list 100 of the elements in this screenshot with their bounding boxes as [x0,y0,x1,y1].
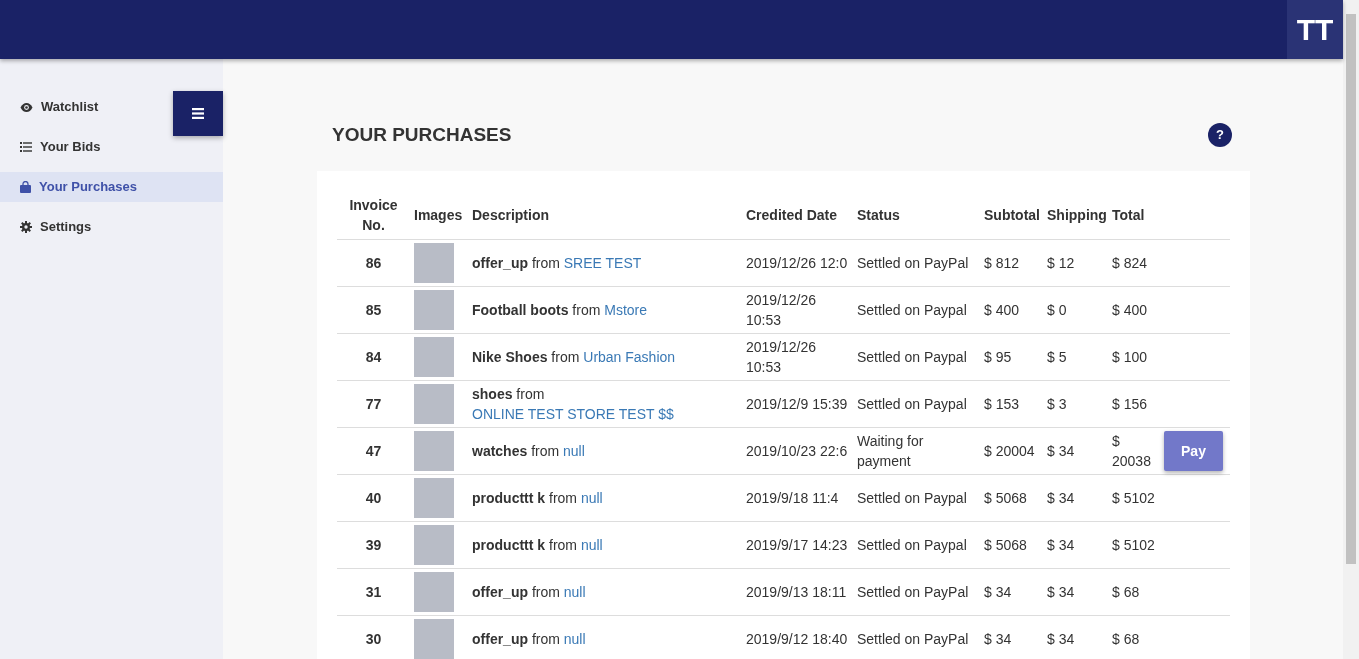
total-cell: $ 5102 [1108,521,1160,569]
settings-icon [20,221,32,233]
date-cell: 2019/12/26 12:0 [742,239,853,287]
total-cell: $ 156 [1108,380,1160,428]
status-cell: Settled on Paypal [853,521,980,569]
column-header: Invoice No. [337,191,410,240]
photo-placeholder [414,243,454,283]
total-cell: $ 5102 [1108,474,1160,522]
photo-placeholder [414,572,454,612]
invoice-number: 85 [337,286,410,334]
total-cell: $ 20038 [1108,427,1160,475]
photo-placeholder [414,619,454,659]
list-icon [20,142,32,152]
subtotal-cell: $ 400 [980,286,1043,334]
column-header: Subtotal [980,191,1043,240]
date-cell: 2019/12/9 15:39 [742,380,853,428]
eye-icon [20,102,33,112]
status-cell: Settled on Paypal [853,286,980,334]
status-cell: Settled on Paypal [853,333,980,381]
store-link[interactable]: null [580,535,603,555]
sidebar-item[interactable]: Your Bids [0,132,223,162]
total-cell: $ 400 [1108,286,1160,334]
menu-button[interactable] [173,91,223,136]
invoice-number: 39 [337,521,410,569]
sidebar-item[interactable]: Your Purchases [0,172,223,202]
shopping-bag-icon [20,181,31,193]
item-description: shoes from ONLINE TEST STORE TEST $$ [472,386,674,422]
date-cell: 2019/9/12 18:40 [742,615,853,659]
subtotal-cell: $ 153 [980,380,1043,428]
invoice-number: 77 [337,380,410,428]
photo-placeholder [414,478,454,518]
column-header: Shipping [1043,191,1108,240]
status-cell: Settled on PayPal [853,239,980,287]
store-link[interactable]: null [580,488,603,508]
item-description: producttt k from null [472,537,603,553]
status-cell: Waiting for payment [853,427,980,475]
store-link[interactable]: Mstore [604,300,647,320]
invoice-number: 40 [337,474,410,522]
shipping-cell: $ 5 [1043,333,1108,381]
date-cell: 2019/10/23 22:6 [742,427,853,475]
subtotal-cell: $ 34 [980,615,1043,659]
shipping-cell: $ 34 [1043,521,1108,569]
subtotal-cell: $ 20004 [980,427,1043,475]
shipping-cell: $ 34 [1043,474,1108,522]
shipping-cell: $ 34 [1043,568,1108,616]
store-link[interactable]: null [563,582,586,602]
sidebar-item[interactable]: Settings [0,212,223,242]
shipping-cell: $ 0 [1043,286,1108,334]
status-cell: Settled on Paypal [853,474,980,522]
store-link[interactable]: Urban Fashion [583,347,676,367]
item-description: offer_up from SREE TEST [472,255,642,271]
item-description: offer_up from null [472,631,586,647]
shipping-cell: $ 12 [1043,239,1108,287]
item-description: offer_up from null [472,584,586,600]
total-cell: $ 824 [1108,239,1160,287]
date-cell: 2019/12/26 10:53 [742,333,853,381]
sidebar-item[interactable]: Watchlist [0,92,223,122]
date-cell: 2019/9/18 11:4 [742,474,853,522]
status-cell: Settled on PayPal [853,568,980,616]
status-cell: Settled on PayPal [853,615,980,659]
column-header: Images [410,191,468,240]
user-avatar[interactable]: TT [1287,0,1343,59]
photo-placeholder [414,431,454,471]
subtotal-cell: $ 812 [980,239,1043,287]
invoice-number: 47 [337,427,410,475]
date-cell: 2019/9/13 18:11 [742,568,853,616]
store-link[interactable]: null [563,441,585,461]
total-cell: $ 68 [1108,615,1160,659]
photo-placeholder [414,337,454,377]
store-link[interactable]: null [563,629,586,649]
subtotal-cell: $ 34 [980,568,1043,616]
pay-button[interactable]: Pay [1164,431,1223,471]
total-cell: $ 68 [1108,568,1160,616]
scrollbar[interactable] [1343,0,1359,659]
total-cell: $ 100 [1108,333,1160,381]
help-button[interactable]: ? [1208,123,1232,147]
status-cell: Settled on Paypal [853,380,980,428]
subtotal-cell: $ 95 [980,333,1043,381]
item-description: producttt k from null [472,490,603,506]
page-title: YOUR PURCHASES [332,123,512,147]
column-header: Credited Date [742,191,853,240]
photo-placeholder [414,525,454,565]
store-link[interactable]: ONLINE TEST STORE TEST $$ [472,404,674,424]
invoice-number: 86 [337,239,410,287]
subtotal-cell: $ 5068 [980,474,1043,522]
shipping-cell: $ 34 [1043,427,1108,475]
item-description: Nike Shoes from Urban Fashion [472,349,676,365]
invoice-number: 30 [337,615,410,659]
photo-placeholder [414,290,454,330]
menu-icon [192,108,204,119]
shipping-cell: $ 3 [1043,380,1108,428]
item-description: watches from null [472,443,585,459]
column-header: Total [1108,191,1160,240]
store-link[interactable]: SREE TEST [563,253,642,273]
date-cell: 2019/9/17 14:23 [742,521,853,569]
shipping-cell: $ 34 [1043,615,1108,659]
item-description: Football boots from Mstore [472,302,647,318]
photo-placeholder [414,384,454,424]
subtotal-cell: $ 5068 [980,521,1043,569]
column-header: Status [853,191,980,240]
